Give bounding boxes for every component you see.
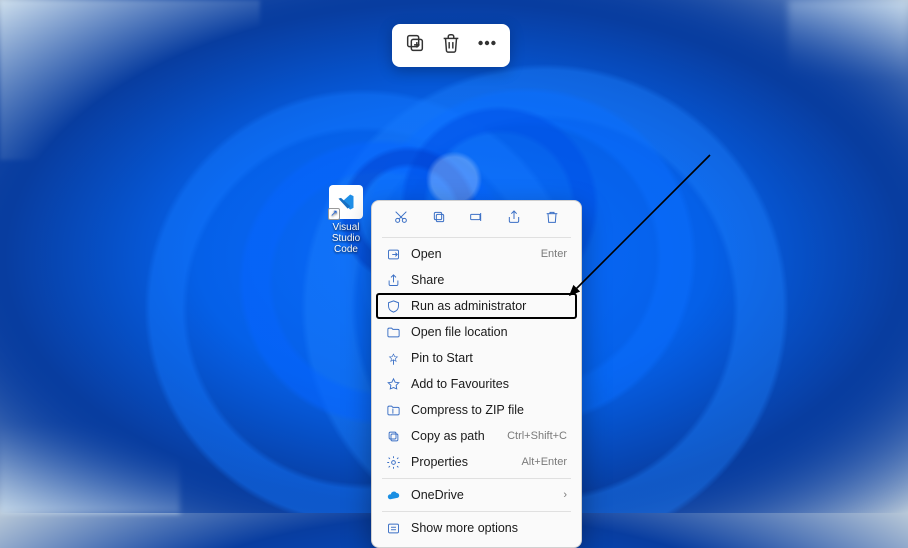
menu-item-label: OneDrive [411,488,563,502]
rename-icon[interactable] [468,209,484,228]
more-icon [386,521,401,536]
menu-item-shortcut: Ctrl+Shift+C [507,430,567,442]
cloud-icon [386,488,401,503]
menu-item-label: Add to Favourites [411,377,567,391]
chevron-right-icon: › [563,489,567,501]
menu-item-pin-to-start[interactable]: Pin to Start [372,345,581,371]
menu-item-shortcut: Enter [541,248,567,260]
star-icon [386,377,401,392]
shortcut-arrow-icon: ↗ [328,208,340,220]
menu-item-share[interactable]: Share [372,267,581,293]
context-menu: Open Enter Share Run as administrator Op… [371,200,582,548]
menu-item-compress-zip[interactable]: Compress to ZIP file [372,397,581,423]
separator [382,237,571,238]
menu-item-onedrive[interactable]: OneDrive › [372,482,581,508]
properties-icon [386,455,401,470]
separator [382,478,571,479]
menu-item-label: Show more options [411,521,567,535]
folder-icon [386,325,401,340]
menu-item-label: Properties [411,455,521,469]
desktop-icon-vscode[interactable]: ↗ Visual Studio Code [324,185,368,255]
delete-icon[interactable] [544,209,560,228]
separator [382,511,571,512]
desktop-icon-label: Visual Studio Code [324,222,368,255]
menu-item-show-more-options[interactable]: Show more options [372,515,581,541]
vscode-tile: ↗ [329,185,363,219]
menu-item-label: Run as administrator [411,299,567,313]
context-menu-top-row [372,207,581,234]
zip-icon [386,403,401,418]
open-icon [386,247,401,262]
copy-icon[interactable] [431,209,447,228]
menu-item-open-file-location[interactable]: Open file location [372,319,581,345]
menu-item-label: Compress to ZIP file [411,403,567,417]
shield-icon [386,299,401,314]
menu-item-label: Open [411,247,541,261]
cut-icon[interactable] [393,209,409,228]
menu-item-run-as-admin[interactable]: Run as administrator [376,293,577,319]
annotation-toolbar [392,24,510,67]
menu-item-label: Copy as path [411,429,507,443]
copy-add-icon[interactable] [404,32,426,59]
more-icon[interactable] [476,32,498,59]
menu-item-add-to-favourites[interactable]: Add to Favourites [372,371,581,397]
menu-item-shortcut: Alt+Enter [521,456,567,468]
trash-icon[interactable] [440,32,462,59]
copypath-icon [386,429,401,444]
pin-icon [386,351,401,366]
menu-item-copy-as-path[interactable]: Copy as path Ctrl+Shift+C [372,423,581,449]
menu-item-open[interactable]: Open Enter [372,241,581,267]
share-icon[interactable] [506,209,522,228]
menu-item-label: Pin to Start [411,351,567,365]
share-icon [386,273,401,288]
menu-item-label: Share [411,273,567,287]
menu-item-properties[interactable]: Properties Alt+Enter [372,449,581,475]
menu-item-label: Open file location [411,325,567,339]
